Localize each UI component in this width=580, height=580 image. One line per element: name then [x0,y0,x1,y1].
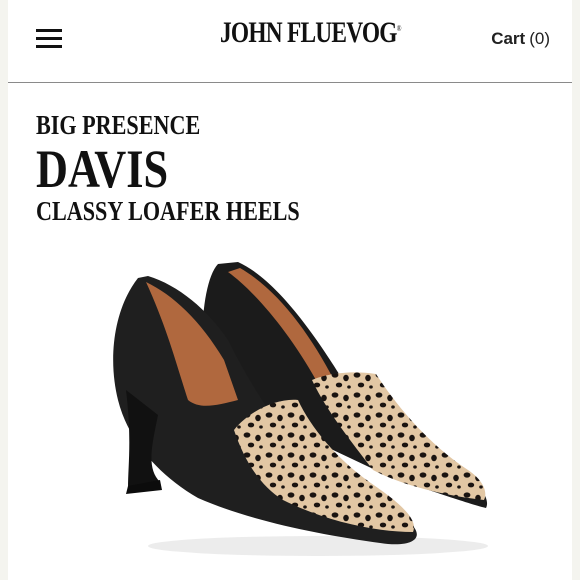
product-tagline: CLASSY LOAFER HEELS [36,196,300,226]
hamburger-menu-icon[interactable] [36,27,62,49]
cart-count: (0) [529,29,550,48]
logo-text: JOHN FLUEVOG [220,16,398,49]
registered-mark: ® [396,24,402,33]
product-titles: BIG PRESENCE DAVIS CLASSY LOAFER HEELS [36,110,358,226]
cart-link[interactable]: Cart (0) [491,29,550,49]
product-name: DAVIS [36,139,169,199]
collection-name: BIG PRESENCE [36,110,201,140]
page: JOHN FLUEVOG® Cart (0) BIG PRESENCE DAVIS… [8,0,572,580]
cart-label: Cart [491,29,526,48]
site-header: JOHN FLUEVOG® Cart (0) [8,0,572,83]
product-image [88,250,508,570]
site-logo[interactable]: JOHN FLUEVOG® [220,16,401,50]
loafer-heels-illustration [113,262,488,556]
